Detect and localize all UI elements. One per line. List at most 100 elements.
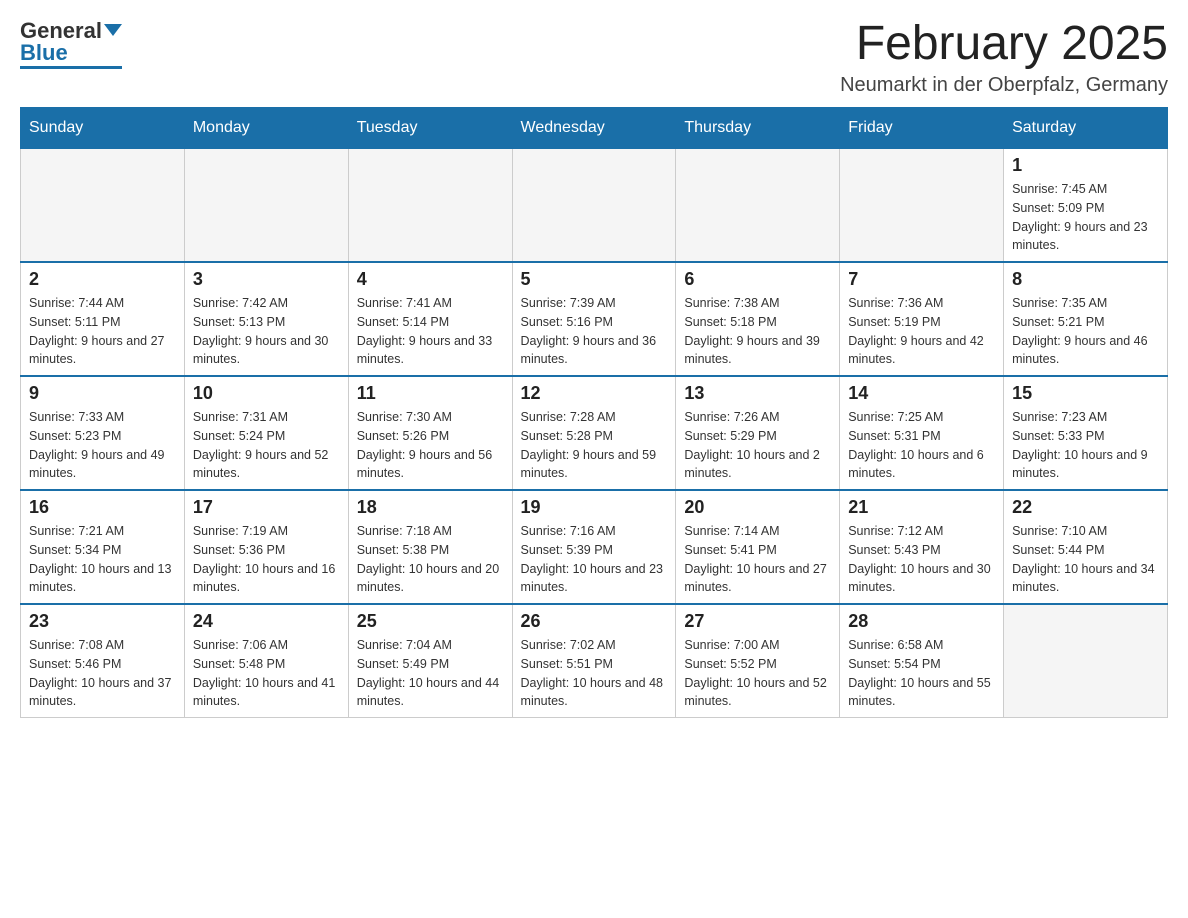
calendar-header-row: Sunday Monday Tuesday Wednesday Thursday… bbox=[21, 108, 1168, 148]
table-row: 21Sunrise: 7:12 AM Sunset: 5:43 PM Dayli… bbox=[840, 490, 1004, 604]
table-row: 20Sunrise: 7:14 AM Sunset: 5:41 PM Dayli… bbox=[676, 490, 840, 604]
table-row: 18Sunrise: 7:18 AM Sunset: 5:38 PM Dayli… bbox=[348, 490, 512, 604]
day-info: Sunrise: 7:44 AM Sunset: 5:11 PM Dayligh… bbox=[29, 294, 176, 369]
day-number: 26 bbox=[521, 611, 668, 632]
day-info: Sunrise: 7:16 AM Sunset: 5:39 PM Dayligh… bbox=[521, 522, 668, 597]
day-number: 5 bbox=[521, 269, 668, 290]
month-title: February 2025 bbox=[840, 20, 1168, 68]
logo-text: General Blue bbox=[20, 20, 122, 64]
col-thursday: Thursday bbox=[676, 108, 840, 148]
day-info: Sunrise: 6:58 AM Sunset: 5:54 PM Dayligh… bbox=[848, 636, 995, 711]
day-number: 2 bbox=[29, 269, 176, 290]
table-row: 16 Sunrise: 7:21 AM Sunset: 5:34 PM Dayli… bbox=[21, 490, 185, 604]
day-info: Sunrise: 7:19 AM Sunset: 5:36 PM Dayligh… bbox=[193, 522, 340, 597]
table-row: 2 Sunrise: 7:44 AM Sunset: 5:11 PM Daylig… bbox=[21, 262, 185, 376]
day-number: 28 bbox=[848, 611, 995, 632]
col-friday: Friday bbox=[840, 108, 1004, 148]
table-row bbox=[1004, 604, 1168, 718]
col-monday: Monday bbox=[184, 108, 348, 148]
table-row: 11 Sunrise: 7:30 AM Sunset: 5:26 PM Dayli… bbox=[348, 376, 512, 490]
table-row bbox=[21, 148, 185, 262]
calendar-week-row: 1 Sunrise: 7:45 AM Sunset: 5:09 PM Daylig… bbox=[21, 148, 1168, 262]
day-info: Sunrise: 7:23 AM Sunset: 5:33 PM Dayligh… bbox=[1012, 408, 1159, 483]
table-row bbox=[184, 148, 348, 262]
table-row bbox=[676, 148, 840, 262]
day-number: 7 bbox=[848, 269, 995, 290]
day-info: Sunrise: 7:41 AM Sunset: 5:14 PM Dayligh… bbox=[357, 294, 504, 369]
calendar-table: Sunday Monday Tuesday Wednesday Thursday… bbox=[20, 107, 1168, 718]
day-info: Sunrise: 7:14 AM Sunset: 5:41 PM Dayligh… bbox=[684, 522, 831, 597]
table-row: 12 Sunrise: 7:28 AM Sunset: 5:28 PM Dayli… bbox=[512, 376, 676, 490]
table-row: 25 Sunrise: 7:04 AM Sunset: 5:49 PM Dayli… bbox=[348, 604, 512, 718]
col-tuesday: Tuesday bbox=[348, 108, 512, 148]
table-row: 24 Sunrise: 7:06 AM Sunset: 5:48 PM Dayli… bbox=[184, 604, 348, 718]
day-number: 12 bbox=[521, 383, 668, 404]
table-row bbox=[348, 148, 512, 262]
day-info: Sunrise: 7:00 AM Sunset: 5:52 PM Dayligh… bbox=[684, 636, 831, 711]
table-row: 28 Sunrise: 6:58 AM Sunset: 5:54 PM Dayli… bbox=[840, 604, 1004, 718]
table-row: 5 Sunrise: 7:39 AM Sunset: 5:16 PM Daylig… bbox=[512, 262, 676, 376]
day-number: 19 bbox=[521, 497, 668, 518]
day-info: Sunrise: 7:06 AM Sunset: 5:48 PM Dayligh… bbox=[193, 636, 340, 711]
day-info: Sunrise: 7:25 AM Sunset: 5:31 PM Dayligh… bbox=[848, 408, 995, 483]
day-info: Sunrise: 7:28 AM Sunset: 5:28 PM Dayligh… bbox=[521, 408, 668, 483]
day-info: Sunrise: 7:02 AM Sunset: 5:51 PM Dayligh… bbox=[521, 636, 668, 711]
day-number: 15 bbox=[1012, 383, 1159, 404]
day-number: 27 bbox=[684, 611, 831, 632]
day-info: Sunrise: 7:08 AM Sunset: 5:46 PM Dayligh… bbox=[29, 636, 176, 711]
day-number: 24 bbox=[193, 611, 340, 632]
day-number: 11 bbox=[357, 383, 504, 404]
day-number: 16 bbox=[29, 497, 176, 518]
title-area: February 2025 Neumarkt in der Oberpfalz,… bbox=[840, 20, 1168, 97]
day-info: Sunrise: 7:38 AM Sunset: 5:18 PM Dayligh… bbox=[684, 294, 831, 369]
day-number: 23 bbox=[29, 611, 176, 632]
table-row: 23 Sunrise: 7:08 AM Sunset: 5:46 PM Dayli… bbox=[21, 604, 185, 718]
day-number: 10 bbox=[193, 383, 340, 404]
day-info: Sunrise: 7:42 AM Sunset: 5:13 PM Dayligh… bbox=[193, 294, 340, 369]
day-info: Sunrise: 7:21 AM Sunset: 5:34 PM Dayligh… bbox=[29, 522, 176, 597]
day-number: 1 bbox=[1012, 155, 1159, 176]
table-row: 1 Sunrise: 7:45 AM Sunset: 5:09 PM Daylig… bbox=[1004, 148, 1168, 262]
table-row: 8 Sunrise: 7:35 AM Sunset: 5:21 PM Daylig… bbox=[1004, 262, 1168, 376]
day-info: Sunrise: 7:39 AM Sunset: 5:16 PM Dayligh… bbox=[521, 294, 668, 369]
day-info: Sunrise: 7:18 AM Sunset: 5:38 PM Dayligh… bbox=[357, 522, 504, 597]
table-row: 27 Sunrise: 7:00 AM Sunset: 5:52 PM Dayli… bbox=[676, 604, 840, 718]
col-sunday: Sunday bbox=[21, 108, 185, 148]
day-info: Sunrise: 7:10 AM Sunset: 5:44 PM Dayligh… bbox=[1012, 522, 1159, 597]
day-number: 25 bbox=[357, 611, 504, 632]
day-number: 8 bbox=[1012, 269, 1159, 290]
table-row: 7Sunrise: 7:36 AM Sunset: 5:19 PM Daylig… bbox=[840, 262, 1004, 376]
day-info: Sunrise: 7:45 AM Sunset: 5:09 PM Dayligh… bbox=[1012, 180, 1159, 255]
table-row: 22 Sunrise: 7:10 AM Sunset: 5:44 PM Dayli… bbox=[1004, 490, 1168, 604]
table-row: 19 Sunrise: 7:16 AM Sunset: 5:39 PM Dayli… bbox=[512, 490, 676, 604]
calendar-week-row: 9 Sunrise: 7:33 AM Sunset: 5:23 PM Daylig… bbox=[21, 376, 1168, 490]
col-wednesday: Wednesday bbox=[512, 108, 676, 148]
day-number: 14 bbox=[848, 383, 995, 404]
day-info: Sunrise: 7:31 AM Sunset: 5:24 PM Dayligh… bbox=[193, 408, 340, 483]
day-info: Sunrise: 7:30 AM Sunset: 5:26 PM Dayligh… bbox=[357, 408, 504, 483]
col-saturday: Saturday bbox=[1004, 108, 1168, 148]
day-number: 13 bbox=[684, 383, 831, 404]
table-row: 3 Sunrise: 7:42 AM Sunset: 5:13 PM Daylig… bbox=[184, 262, 348, 376]
table-row: 15 Sunrise: 7:23 AM Sunset: 5:33 PM Dayli… bbox=[1004, 376, 1168, 490]
day-number: 3 bbox=[193, 269, 340, 290]
table-row: 4 Sunrise: 7:41 AM Sunset: 5:14 PM Daylig… bbox=[348, 262, 512, 376]
page-header: General Blue February 2025 Neumarkt in d… bbox=[20, 20, 1168, 97]
table-row: 9 Sunrise: 7:33 AM Sunset: 5:23 PM Daylig… bbox=[21, 376, 185, 490]
table-row: 10 Sunrise: 7:31 AM Sunset: 5:24 PM Dayli… bbox=[184, 376, 348, 490]
day-number: 21 bbox=[848, 497, 995, 518]
table-row: 13 Sunrise: 7:26 AM Sunset: 5:29 PM Dayli… bbox=[676, 376, 840, 490]
logo-blue: Blue bbox=[20, 40, 68, 65]
calendar-week-row: 23 Sunrise: 7:08 AM Sunset: 5:46 PM Dayli… bbox=[21, 604, 1168, 718]
day-number: 22 bbox=[1012, 497, 1159, 518]
day-info: Sunrise: 7:04 AM Sunset: 5:49 PM Dayligh… bbox=[357, 636, 504, 711]
table-row: 26 Sunrise: 7:02 AM Sunset: 5:51 PM Dayli… bbox=[512, 604, 676, 718]
calendar-week-row: 2 Sunrise: 7:44 AM Sunset: 5:11 PM Daylig… bbox=[21, 262, 1168, 376]
day-number: 9 bbox=[29, 383, 176, 404]
day-info: Sunrise: 7:35 AM Sunset: 5:21 PM Dayligh… bbox=[1012, 294, 1159, 369]
day-number: 4 bbox=[357, 269, 504, 290]
table-row: 17Sunrise: 7:19 AM Sunset: 5:36 PM Dayli… bbox=[184, 490, 348, 604]
logo-underline bbox=[20, 66, 122, 69]
day-info: Sunrise: 7:26 AM Sunset: 5:29 PM Dayligh… bbox=[684, 408, 831, 483]
day-info: Sunrise: 7:33 AM Sunset: 5:23 PM Dayligh… bbox=[29, 408, 176, 483]
